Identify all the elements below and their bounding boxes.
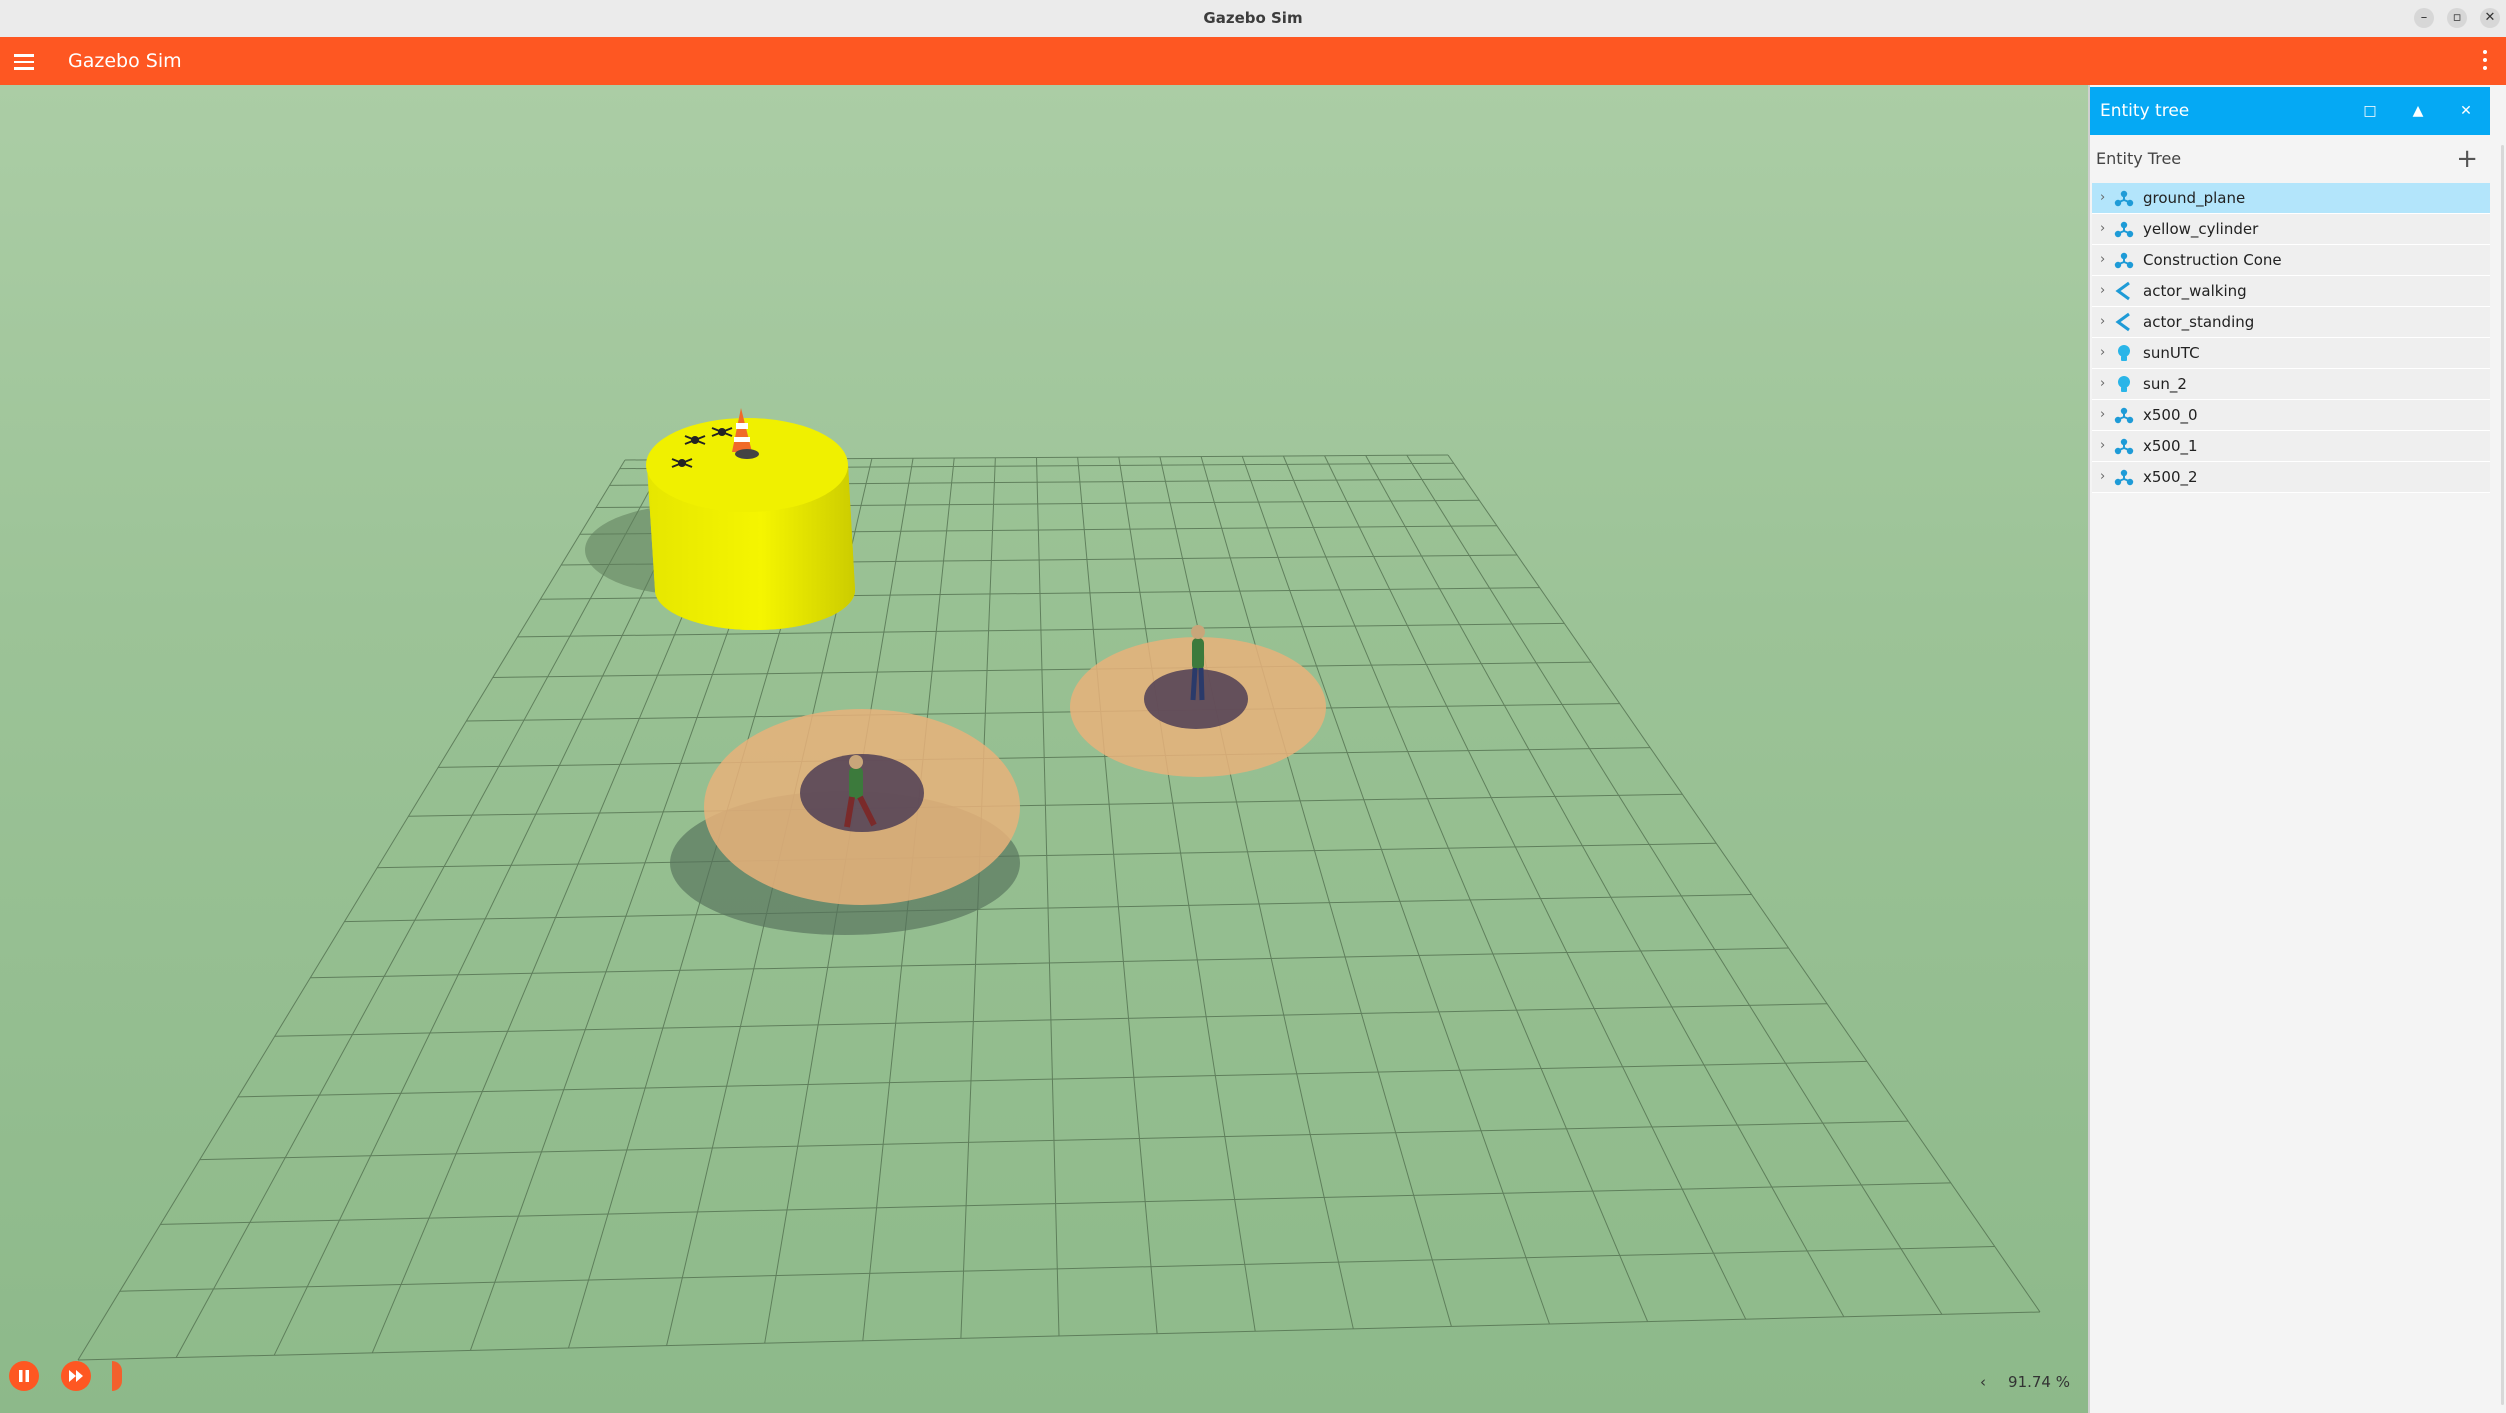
model-icon xyxy=(2114,188,2134,208)
plus-icon[interactable]: + xyxy=(2456,141,2478,177)
tree-item-label: actor_standing xyxy=(2143,313,2255,331)
more-vertical-icon[interactable] xyxy=(2482,50,2488,72)
light-icon xyxy=(2114,374,2134,394)
maximize-icon[interactable]: □ xyxy=(2358,87,2382,135)
collapse-up-icon[interactable]: ▲ xyxy=(2406,87,2430,135)
tree-item-x500-2[interactable]: › x500_2 xyxy=(2092,462,2490,493)
tree-item-label: Construction Cone xyxy=(2143,251,2282,269)
model-icon xyxy=(2114,250,2134,270)
tree-item-label: sun_2 xyxy=(2143,375,2187,393)
tree-item-label: yellow_cylinder xyxy=(2143,220,2259,238)
tree-item-sun-2[interactable]: › sun_2 xyxy=(2092,369,2490,400)
tree-item-label: x500_2 xyxy=(2143,468,2198,486)
chevron-left-icon[interactable]: ‹ xyxy=(1980,1373,1986,1391)
restore-icon[interactable]: ▫ xyxy=(2447,8,2467,28)
close-panel-icon[interactable]: ✕ xyxy=(2454,87,2478,135)
chevron-right-icon[interactable]: › xyxy=(2100,338,2105,368)
tree-item-construction-cone[interactable]: › Construction Cone xyxy=(2092,245,2490,276)
scene-3d xyxy=(77,408,2041,1361)
tree-item-x500-0[interactable]: › x500_0 xyxy=(2092,400,2490,431)
chevron-right-icon[interactable]: › xyxy=(2100,276,2105,306)
chevron-right-icon[interactable]: › xyxy=(2100,307,2105,337)
real-time-factor: 91.74 % xyxy=(2008,1373,2070,1391)
model-icon xyxy=(2114,436,2134,456)
tree-item-ground-plane[interactable]: › ground_plane xyxy=(2092,183,2490,214)
light-icon xyxy=(2114,343,2134,363)
pause-icon[interactable] xyxy=(9,1361,39,1391)
chevron-right-icon[interactable]: › xyxy=(2100,214,2105,244)
actor-icon xyxy=(2114,312,2134,332)
tree-item-label: x500_0 xyxy=(2143,406,2198,424)
model-icon xyxy=(2114,405,2134,425)
entity-list: › ground_plane › yellow_cylinder › Constructi… xyxy=(2092,183,2490,493)
chevron-right-icon[interactable]: › xyxy=(2100,462,2105,492)
tree-item-label: actor_walking xyxy=(2143,282,2247,300)
chevron-right-icon[interactable]: › xyxy=(2100,400,2105,430)
chevron-right-icon[interactable]: › xyxy=(2100,245,2105,275)
tree-item-actor-standing[interactable]: › actor_standing xyxy=(2092,307,2490,338)
actor-icon xyxy=(2114,281,2134,301)
step-forward-icon[interactable] xyxy=(61,1361,91,1391)
close-icon[interactable]: ✕ xyxy=(2480,8,2500,28)
panel-title: Entity tree xyxy=(2100,101,2190,121)
tree-item-label: sunUTC xyxy=(2143,344,2200,362)
chevron-right-icon[interactable]: › xyxy=(2100,369,2105,399)
scene-viewport[interactable]: ‹ 91.74 % xyxy=(0,85,2088,1413)
window-title: Gazebo Sim xyxy=(1203,9,1303,27)
entity-tree-panel: Entity tree □ ▲ ✕ Entity Tree + › ground_… xyxy=(2088,85,2506,1413)
model-icon xyxy=(2114,467,2134,487)
chevron-right-icon[interactable]: › xyxy=(2100,183,2105,213)
tree-title: Entity Tree xyxy=(2096,149,2182,168)
tree-item-actor-walking[interactable]: › actor_walking xyxy=(2092,276,2490,307)
window-titlebar: Gazebo Sim – ▫ ✕ xyxy=(0,0,2506,38)
panel-header: Entity tree □ ▲ ✕ xyxy=(2090,87,2490,135)
tree-item-x500-1[interactable]: › x500_1 xyxy=(2092,431,2490,462)
panel-scrollbar[interactable] xyxy=(2501,145,2504,1405)
app-title: Gazebo Sim xyxy=(68,50,182,72)
app-header: Gazebo Sim xyxy=(0,37,2506,85)
model-icon xyxy=(2114,219,2134,239)
tree-subheader: Entity Tree + xyxy=(2090,137,2490,181)
minimize-icon[interactable]: – xyxy=(2414,8,2434,28)
tree-item-label: ground_plane xyxy=(2143,189,2246,207)
tree-item-sunutc[interactable]: › sunUTC xyxy=(2092,338,2490,369)
chevron-right-icon[interactable]: › xyxy=(2100,431,2105,461)
tree-item-label: x500_1 xyxy=(2143,437,2198,455)
hamburger-menu-icon[interactable] xyxy=(14,51,34,71)
tree-item-yellow-cylinder[interactable]: › yellow_cylinder xyxy=(2092,214,2490,245)
